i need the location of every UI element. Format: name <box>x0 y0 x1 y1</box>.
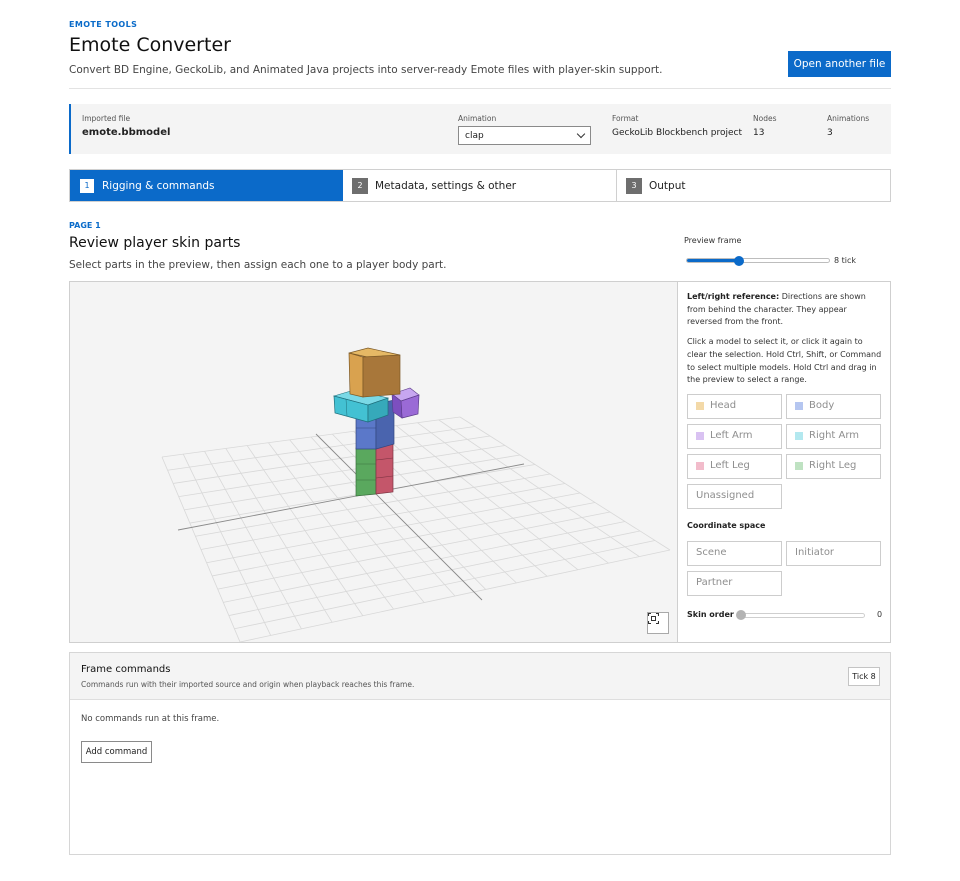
rigging-workspace: Left/right reference: Directions are sho… <box>69 281 891 643</box>
format-field: Format GeckoLib Blockbench project <box>612 114 742 138</box>
app-title: Emote Converter <box>69 34 231 56</box>
animations-field: Animations 3 <box>827 114 869 138</box>
chevron-down-icon <box>576 129 586 139</box>
grid-line <box>395 425 579 571</box>
preview-frame-thumb[interactable] <box>734 256 745 266</box>
preview-frame-fill <box>687 259 740 262</box>
coordinate-space-title: Coordinate space <box>687 520 766 530</box>
part-color-swatch <box>696 462 704 471</box>
coord-initiator-button[interactable]: Initiator <box>786 540 881 566</box>
step-number: 3 <box>626 177 642 194</box>
animations-label: Animations <box>827 114 870 123</box>
format-label: Format <box>612 114 639 123</box>
imported-file-field: Imported file emote.bbmodel <box>82 114 170 138</box>
nodes-value: 13 <box>753 128 765 138</box>
step-rigging-commands[interactable]: 1 Rigging & commands <box>70 170 343 201</box>
part-label: Unassigned <box>696 490 755 502</box>
step-label: Rigging & commands <box>102 179 215 192</box>
no-commands-text: No commands run at this frame. <box>81 714 220 724</box>
animation-select-value: clap <box>465 130 484 141</box>
left-right-reference-note: Left/right reference: Directions are sho… <box>687 291 882 329</box>
part-head-button[interactable]: Head <box>687 393 782 419</box>
part-color-swatch <box>795 462 803 471</box>
frame-commands-section: Frame commands Commands run with their i… <box>69 652 891 855</box>
reference-label: Left/right reference: <box>687 292 780 301</box>
floor-grid <box>161 416 671 642</box>
animation-select[interactable]: clap <box>458 126 591 145</box>
part-label: Left Arm <box>710 430 753 442</box>
tick-badge: Tick 8 <box>848 667 880 686</box>
animation-field: Animation clap <box>458 114 591 145</box>
app-eyebrow: EMOTE TOOLS <box>69 20 138 29</box>
header-divider <box>69 88 891 89</box>
preview-frame-label: Preview frame <box>684 236 742 245</box>
skin-order-track[interactable] <box>739 612 865 618</box>
recenter-view-button[interactable] <box>647 612 669 634</box>
part-label: Right Arm <box>809 430 860 442</box>
step-label: Metadata, settings & other <box>375 179 517 192</box>
page-eyebrow: PAGE 1 <box>69 221 101 230</box>
3d-preview-viewport[interactable] <box>70 282 678 642</box>
part-left-leg-button[interactable]: Left Leg <box>687 453 782 479</box>
page-subtitle: Select parts in the preview, then assign… <box>69 259 447 271</box>
part-color-swatch <box>696 402 704 411</box>
format-value: GeckoLib Blockbench project <box>612 128 742 138</box>
part-label: Head <box>710 400 737 412</box>
grid-line <box>239 549 671 642</box>
part-unassigned-button[interactable]: Unassigned <box>687 483 782 509</box>
page-title: Review player skin parts <box>69 235 241 251</box>
frame-commands-header: Frame commands Commands run with their i… <box>70 653 890 700</box>
body-part-buttons: Head Body Left Arm Right Arm Left Leg Ri… <box>687 393 882 509</box>
skin-order-value: 0 <box>877 609 883 619</box>
step-output[interactable]: 3 Output <box>617 170 890 201</box>
model-head[interactable] <box>348 347 401 398</box>
coord-partner-button[interactable]: Partner <box>687 570 782 596</box>
nodes-field: Nodes 13 <box>753 114 776 138</box>
step-number: 1 <box>79 177 95 194</box>
imported-file-label: Imported file <box>82 114 131 123</box>
preview-frame-value: 8 tick <box>834 256 857 265</box>
app-subtitle: Convert BD Engine, GeckoLib, and Animate… <box>69 64 663 76</box>
part-color-swatch <box>795 402 803 411</box>
step-label: Output <box>649 179 686 192</box>
animations-value: 3 <box>827 128 833 138</box>
step-number: 2 <box>352 177 368 194</box>
stepper: 1 Rigging & commands 2 Metadata, setting… <box>69 169 891 202</box>
grid-line <box>228 530 641 616</box>
part-left-arm-button[interactable]: Left Arm <box>687 423 782 449</box>
model-right-leg[interactable] <box>355 441 377 497</box>
skin-order-thumb[interactable] <box>736 609 746 620</box>
part-label: Right Leg <box>809 460 857 472</box>
skin-parts-panel: Left/right reference: Directions are sho… <box>679 282 890 642</box>
scene-canvas[interactable] <box>70 282 678 642</box>
selection-help-text: Click a model to select it, or click it … <box>687 337 882 385</box>
part-label: Body <box>809 400 835 412</box>
part-color-swatch <box>795 432 803 441</box>
grid-line <box>206 492 581 564</box>
recenter-icon <box>648 613 659 624</box>
frame-commands-title: Frame commands <box>81 664 171 675</box>
part-right-arm-button[interactable]: Right Arm <box>786 423 881 449</box>
nodes-label: Nodes <box>753 114 777 123</box>
part-label: Left Leg <box>710 460 750 472</box>
skin-order-label: Skin order <box>687 609 734 619</box>
step-metadata-settings[interactable]: 2 Metadata, settings & other <box>343 170 617 201</box>
part-right-leg-button[interactable]: Right Leg <box>786 453 881 479</box>
add-command-button[interactable]: Add command <box>81 741 152 763</box>
animation-label: Animation <box>458 114 497 123</box>
coordinate-space-buttons: Scene Initiator Partner <box>687 540 882 596</box>
preview-frame-track[interactable] <box>686 258 830 263</box>
skin-order-row: Skin order 0 <box>687 608 882 622</box>
grid-line <box>234 540 656 630</box>
file-info-bar: Imported file emote.bbmodel Animation cl… <box>69 104 891 154</box>
grid-line <box>459 416 671 551</box>
part-body-button[interactable]: Body <box>786 393 881 419</box>
imported-file-value: emote.bbmodel <box>82 127 171 138</box>
open-another-file-button[interactable]: Open another file <box>788 51 891 77</box>
coord-scene-button[interactable]: Scene <box>687 540 782 566</box>
part-color-swatch <box>696 432 704 441</box>
frame-commands-subtitle: Commands run with their imported source … <box>81 680 415 689</box>
